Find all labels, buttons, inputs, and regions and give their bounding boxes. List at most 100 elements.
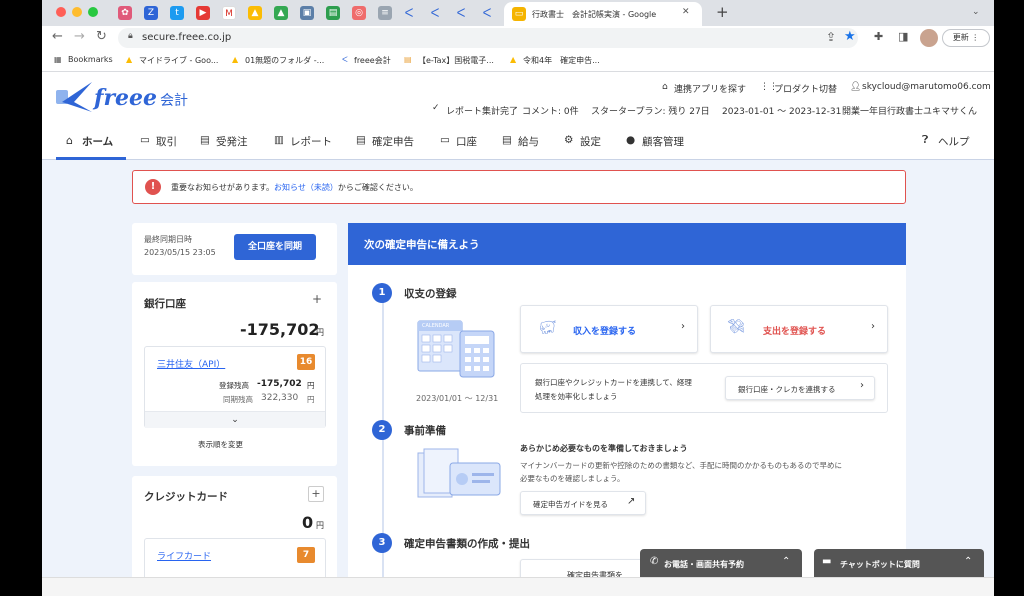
close-window-dot[interactable] — [56, 7, 66, 17]
link-accounts-button[interactable]: 銀行口座・クレカを連携する › — [725, 376, 875, 400]
maximize-window-dot[interactable] — [88, 7, 98, 17]
tab-search-chevron-icon[interactable]: ⌄ — [972, 7, 980, 17]
forward-icon[interactable]: → — [74, 29, 85, 44]
bookmark-item[interactable]: 01無題のフォルダ -... — [245, 55, 324, 66]
transactions-icon: ▭ — [140, 134, 150, 146]
bookmark-item[interactable]: Bookmarks — [68, 55, 113, 64]
freee-tab-icon[interactable]: ᐸ — [454, 6, 468, 20]
account-email[interactable]: skycloud@marutomo06.com — [862, 82, 991, 92]
profile-avatar[interactable] — [920, 29, 938, 47]
lock-icon: 🔒︎ — [128, 31, 133, 41]
tab-favicon[interactable]: ▲ — [274, 6, 288, 20]
notice-pre: 重要なお知らせがあります。 — [171, 183, 275, 192]
nav-payroll[interactable]: 給与 — [518, 134, 539, 149]
phone-support-button[interactable]: ✆ お電話・画面共有予約 ⌃ — [640, 549, 802, 579]
tab-favicon[interactable]: ✿ — [118, 6, 132, 20]
bookmark-star-icon[interactable]: ★ — [844, 29, 856, 44]
bank-title: 銀行口座 — [144, 298, 186, 310]
tab-favicon[interactable]: ▣ — [300, 6, 314, 20]
nav-clients[interactable]: 顧客管理 — [642, 134, 684, 149]
bookmark-item[interactable]: 令和4年 確定申告... — [523, 55, 600, 66]
tab-favicon[interactable]: ▶ — [196, 6, 210, 20]
tax-guide-button[interactable]: 確定申告ガイドを見る ↗ — [520, 491, 646, 515]
phone-label: お電話・画面共有予約 — [664, 560, 744, 569]
fiscal-period[interactable]: 2023-01-01 〜 2023-12-31 — [722, 104, 841, 117]
register-expense-button[interactable]: 💸︎ 支出を登録する › — [710, 305, 888, 353]
tab-favicon[interactable]: ≡ — [378, 6, 392, 20]
new-tab-icon[interactable]: + — [716, 3, 729, 21]
freee-tab-icon[interactable]: ᐸ — [480, 6, 494, 20]
reg-yen: 円 — [307, 381, 315, 390]
active-tab-title: 行政書士 会計記帳実演 - Google — [532, 10, 657, 19]
sync-all-button[interactable]: 全口座を同期 — [234, 234, 316, 260]
reload-icon[interactable]: ↻ — [96, 29, 107, 44]
nav-home[interactable]: ⌂ ホーム — [56, 128, 126, 160]
update-button[interactable]: 更新 ⋮ — [942, 29, 990, 47]
url-bar[interactable]: 🔒︎ secure.freee.co.jp ⇪ ★ — [118, 28, 858, 48]
drive-icon: ▲ — [510, 55, 517, 64]
reorder-link[interactable]: 表示順を変更 — [198, 439, 243, 450]
freee-tab-icon[interactable]: ᐸ — [428, 6, 442, 20]
active-tab[interactable]: ▭ 行政書士 会計記帳実演 - Google ✕ — [504, 2, 702, 26]
expand-chevron-icon[interactable]: ⌄ — [145, 411, 325, 428]
share-icon[interactable]: ⇪ — [826, 30, 836, 44]
drive-icon: ▲ — [232, 55, 239, 64]
add-card-icon[interactable]: + — [308, 486, 324, 502]
chat-label: チャットボットに質問 — [840, 560, 920, 569]
tab-favicon[interactable]: Z — [144, 6, 158, 20]
bank-accounts-card: 銀行口座 + -175,702 円 三井住友（API） 16 登録残高 -175… — [132, 282, 337, 466]
guide-label: 確定申告ガイドを見る — [533, 500, 608, 509]
unprocessed-badge[interactable]: 16 — [297, 354, 315, 370]
find-apps-link[interactable]: 連携アプリを探す — [674, 82, 746, 95]
nav-tax-return[interactable]: 確定申告 — [372, 134, 414, 149]
tab-favicon[interactable]: ▤ — [326, 6, 340, 20]
close-tab-icon[interactable]: ✕ — [682, 7, 690, 17]
nav-transactions[interactable]: 取引 — [156, 134, 177, 149]
tab-favicon[interactable]: t — [170, 6, 184, 20]
back-icon[interactable]: ← — [52, 29, 63, 44]
bookmark-item[interactable]: 【e-Tax】国税電子... — [418, 55, 494, 66]
chatbot-button[interactable]: ▬ チャットボットに質問 ⌃ — [814, 549, 984, 579]
bookmark-item[interactable]: freee会計 — [354, 55, 391, 66]
tab-favicon[interactable]: M — [222, 6, 236, 20]
extensions-icon[interactable]: ✚ — [874, 30, 883, 43]
logo-text: freee — [94, 85, 158, 111]
sync-datetime: 2023/05/15 23:05 — [144, 248, 216, 257]
important-notice: ! 重要なお知らせがあります。お知らせ（未読）からご確認ください。 — [132, 170, 906, 204]
unprocessed-badge[interactable]: 7 — [297, 547, 315, 563]
plan-status[interactable]: スタータープラン: 残り 27日 — [591, 104, 710, 117]
nav-orders[interactable]: 受発注 — [216, 134, 248, 149]
freee-bird-logo-icon — [56, 82, 92, 112]
step2-desc-1: マイナンバーカードの更新や控除のための書類など、手配に時間のかかるものもあるので… — [520, 461, 842, 470]
freee-logo[interactable]: freee 会計 — [54, 80, 194, 116]
nav-reports[interactable]: レポート — [290, 134, 332, 149]
tab-favicon[interactable]: ▲ — [248, 6, 262, 20]
calendar-label: CALENDAR — [422, 323, 450, 329]
register-income-button[interactable]: 🐖︎ 収入を登録する › — [520, 305, 698, 353]
product-switch-link[interactable]: プロダクト切替 — [774, 82, 837, 95]
comment-status[interactable]: コメント: 0件 — [522, 104, 579, 117]
home-icon: ⌂ — [66, 134, 73, 147]
freee-tab-icon[interactable]: ᐸ — [402, 6, 416, 20]
chevron-right-icon: › — [871, 321, 875, 332]
chevron-up-icon: ⌃ — [964, 556, 973, 567]
report-icon: ▥ — [274, 134, 284, 146]
business-name[interactable]: 開業一年目行政書士ユキマサくん — [842, 104, 977, 117]
report-status: レポート集計完了 — [446, 107, 519, 117]
credit-card-name[interactable]: ライフカード — [157, 549, 211, 562]
chevron-up-icon: ⌃ — [782, 556, 791, 567]
minimize-window-dot[interactable] — [72, 7, 82, 17]
notice-link[interactable]: お知らせ（未読） — [274, 183, 338, 192]
tab-favicon[interactable]: ◎ — [352, 6, 366, 20]
nav-settings[interactable]: 設定 — [580, 134, 601, 149]
credit-total: 0 — [302, 513, 314, 532]
bank-account-item[interactable]: 三井住友（API） 16 登録残高 -175,702 円 同期残高 322,33… — [144, 346, 326, 428]
nav-help[interactable]: ヘルプ — [938, 134, 970, 149]
nav-accounts[interactable]: 口座 — [456, 134, 477, 149]
add-bank-icon[interactable]: + — [312, 292, 322, 306]
bank-link-box: 銀行口座やクレジットカードを連携して、経理 処理を効率化しましょう 銀行口座・ク… — [520, 363, 888, 413]
sidepanel-icon[interactable]: ◨ — [898, 30, 908, 43]
bookmark-item[interactable]: マイドライブ - Goo... — [139, 55, 218, 66]
bank-account-name[interactable]: 三井住友（API） — [157, 357, 225, 370]
card-icon: ▭ — [440, 134, 450, 146]
